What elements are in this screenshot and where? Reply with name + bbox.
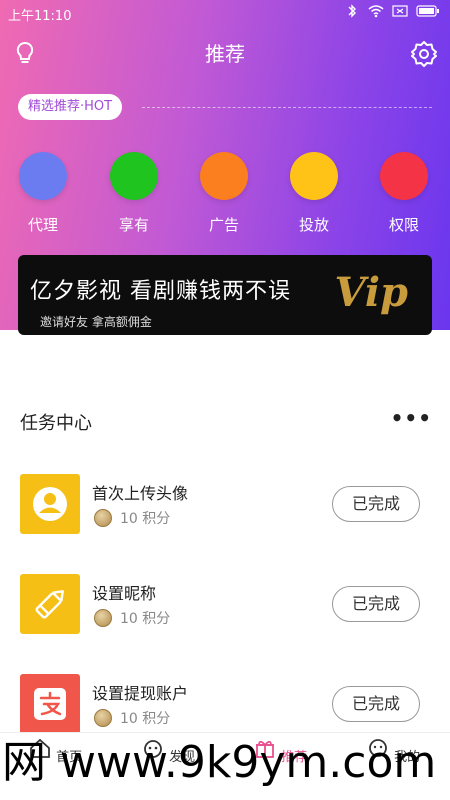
task-status-button[interactable]: 已完成 [332,686,420,722]
task-title: 首次上传头像 [92,484,189,503]
sim-icon [392,5,408,17]
watermark-text: 网 www.9k9ym.com [2,737,437,788]
task-title: 设置昵称 [92,584,157,603]
task-points: 10 积分 [94,708,170,728]
battery-icon [416,5,439,17]
task-status-button[interactable]: 已完成 [332,586,420,622]
task-item: 设置昵称 10 积分 已完成 [0,574,450,636]
category-enjoy[interactable]: 享有 [99,150,169,235]
category-label: 权限 [388,216,419,234]
pencil-icon [20,574,80,634]
coin-icon [94,609,112,627]
category-dot [290,152,338,200]
bluetooth-icon [348,4,356,18]
task-status-button[interactable]: 已完成 [332,486,420,522]
category-dot [380,152,428,200]
task-item: 首次上传头像 10 积分 已完成 [0,474,450,536]
status-bar: 上午11:10 [0,0,450,26]
task-title: 设置提现账户 [92,684,189,703]
category-permission[interactable]: 权限 [369,150,439,235]
avatar-icon [20,474,80,534]
task-center-title: 任务中心 [20,413,92,434]
coin-icon [94,709,112,727]
category-dot [19,152,67,200]
task-points: 10 积分 [94,608,170,628]
nav-bar: 推荐 [0,30,450,74]
vip-logo: Vip [334,269,409,316]
divider [142,107,432,108]
category-agent[interactable]: 代理 [8,150,78,235]
alipay-icon [20,674,80,734]
status-time: 上午11:10 [8,9,72,24]
category-row: 代理 享有 广告 投放 权限 [0,150,450,240]
task-points: 10 积分 [94,508,170,528]
banner-headline: 亿夕影视 看剧赚钱两不误 [30,279,291,304]
task-item: 设置提现账户 10 积分 已完成 [0,674,450,736]
hot-recommend-tag[interactable]: 精选推荐·HOT [18,94,123,120]
banner-subtext: 邀请好友 拿高额佣金 [40,315,152,329]
category-ads[interactable]: 广告 [189,150,259,235]
settings-icon[interactable] [410,40,438,68]
points-value: 10 积分 [120,611,171,627]
status-icons [344,4,440,18]
points-value: 10 积分 [120,711,171,727]
page-title: 推荐 [205,42,245,66]
category-placement[interactable]: 投放 [279,150,349,235]
category-dot [110,152,158,200]
category-label: 享有 [118,216,149,234]
category-label: 广告 [208,216,239,234]
category-label: 投放 [298,216,329,234]
coin-icon [94,509,112,527]
category-dot [200,152,248,200]
wifi-icon [368,5,384,18]
points-value: 10 积分 [120,511,171,527]
category-label: 代理 [27,216,58,234]
vip-banner[interactable]: 亿夕影视 看剧赚钱两不误 邀请好友 拿高额佣金 Vip [18,255,432,335]
more-icon[interactable]: ••• [391,406,432,430]
